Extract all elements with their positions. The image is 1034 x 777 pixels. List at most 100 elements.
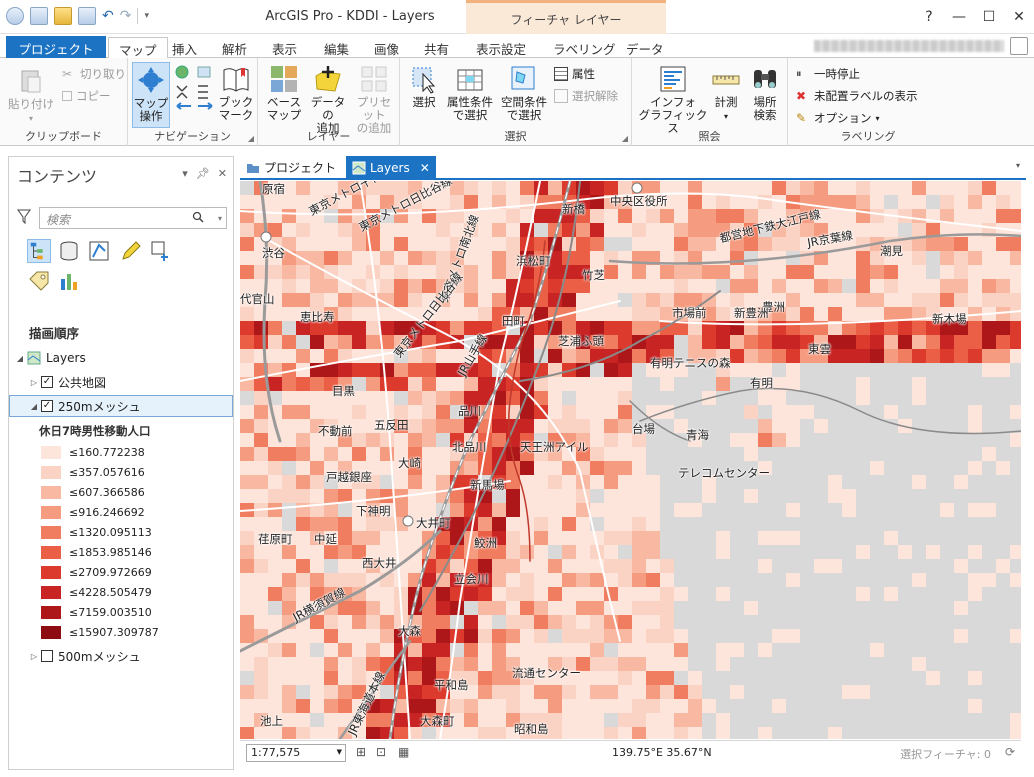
tab-analysis[interactable]: 解析: [212, 37, 257, 58]
list-by-snapping-icon[interactable]: [149, 239, 173, 263]
refresh-icon[interactable]: ⟳: [1005, 745, 1015, 759]
select-label: 選択: [412, 95, 436, 109]
select-by-location-button[interactable]: 空間条件 で選択: [498, 64, 550, 122]
locate-button[interactable]: 場所 検索: [746, 64, 784, 122]
undo-icon[interactable]: ↶: [102, 8, 114, 24]
pin-icon[interactable]: 📌︎: [196, 167, 210, 180]
tab-edit[interactable]: 編集: [314, 37, 359, 58]
navigation-tools-icons[interactable]: [174, 64, 216, 110]
tree-item-layer-500m-mesh[interactable]: ▷ 500mメッシュ: [9, 645, 233, 667]
tree-label: 250mメッシュ: [58, 399, 141, 414]
legend-label: ≤607.366586: [69, 485, 145, 499]
selection-launcher-icon[interactable]: ◢: [622, 134, 628, 143]
window-title: ArcGIS Pro - KDDI - Layers: [265, 9, 435, 24]
map-label: 西大井: [362, 556, 397, 570]
labeling-options-button[interactable]: ✎ オプション ▾: [796, 110, 880, 126]
map-label: 品川: [458, 404, 481, 418]
navigation-launcher-icon[interactable]: ◢: [248, 134, 254, 143]
tab-layers-view[interactable]: Layers ✕: [346, 156, 436, 179]
copy-button[interactable]: コピー: [62, 88, 111, 104]
save-icon[interactable]: [78, 7, 96, 25]
select-by-location-icon: [511, 66, 535, 90]
tab-labeling[interactable]: ラベリング: [543, 37, 626, 58]
list-by-drawing-order-icon[interactable]: [27, 239, 51, 263]
app-icon[interactable]: [6, 7, 24, 25]
measure-button[interactable]: 計測 ▾: [708, 64, 744, 123]
legend-label: ≤160.772238: [69, 445, 145, 459]
infographics-button[interactable]: インフォ グラフィックス: [636, 64, 710, 135]
measure-label: 計測: [714, 95, 738, 109]
select-by-attribute-button[interactable]: 属性条件 で選択: [444, 64, 496, 122]
basemap-button[interactable]: ベース マップ: [264, 64, 304, 122]
list-by-selection-icon[interactable]: [87, 239, 111, 263]
tab-data[interactable]: データ: [616, 37, 674, 58]
list-by-charts-icon[interactable]: [57, 269, 81, 293]
filter-icon[interactable]: [17, 209, 31, 225]
legend-label: ≤15907.309787: [69, 625, 159, 639]
navigation-group: マップ 操作 ブック マーク ナビゲーション ◢: [128, 58, 258, 146]
title-bar: ↶ ↷ ▾ ArcGIS Pro - KDDI - Layers フィーチャ レ…: [0, 0, 1034, 34]
search-options-icon[interactable]: ▾: [218, 214, 222, 223]
scale-dropdown-icon[interactable]: ▼: [337, 748, 342, 756]
tree-item-layer-public-map[interactable]: ▷ ✓ 公共地図: [9, 371, 233, 393]
infographics-icon: [660, 66, 686, 92]
search-input[interactable]: 検索 ▾: [39, 207, 227, 229]
tab-map[interactable]: マップ: [108, 37, 168, 60]
add-data-button[interactable]: データの 追加: [306, 64, 350, 135]
bookmarks-button[interactable]: ブック マーク: [216, 64, 256, 122]
map-label: 昭和島: [514, 722, 549, 736]
expand-icon[interactable]: ▷: [29, 652, 39, 661]
pane-close-icon[interactable]: ✕: [218, 167, 227, 180]
new-project-icon[interactable]: [30, 7, 48, 25]
expand-icon[interactable]: ▷: [29, 378, 39, 387]
visibility-checkbox[interactable]: ✓: [41, 400, 53, 412]
open-project-icon[interactable]: [54, 7, 72, 25]
explore-button[interactable]: マップ 操作: [132, 62, 170, 128]
map-label: 新豊洲: [734, 306, 769, 320]
clear-selection-button[interactable]: 選択解除: [554, 88, 618, 104]
tab-project[interactable]: プロジェクト: [6, 36, 106, 58]
tab-insert[interactable]: 挿入: [162, 37, 207, 58]
tab-share[interactable]: 共有: [414, 37, 459, 58]
grid-icon[interactable]: ⊞: [356, 745, 366, 759]
search-icon[interactable]: [192, 211, 204, 223]
list-by-data-source-icon[interactable]: [57, 239, 81, 263]
snapping-icon[interactable]: ⊡: [376, 745, 386, 759]
tree-item-map[interactable]: ◢ Layers: [9, 347, 233, 369]
account-icon[interactable]: [1010, 37, 1028, 55]
select-by-attribute-icon: [457, 69, 483, 91]
pane-menu-icon[interactable]: ▾: [182, 167, 188, 180]
add-preset-button[interactable]: プリセット の追加: [352, 64, 396, 135]
collapse-icon[interactable]: ◢: [29, 402, 39, 411]
pause-labeling-button[interactable]: ⏸ 一時停止: [796, 66, 860, 82]
select-button[interactable]: 選択: [406, 64, 442, 109]
close-button[interactable]: ✕: [1004, 0, 1034, 34]
list-by-labeling-icon[interactable]: [27, 269, 51, 293]
tabs-overflow-icon[interactable]: ▾: [1016, 161, 1020, 170]
visibility-checkbox[interactable]: ✓: [41, 376, 53, 388]
tree-item-layer-250m-mesh[interactable]: ◢ ✓ 250mメッシュ: [9, 395, 233, 417]
tab-imagery[interactable]: 画像: [364, 37, 409, 58]
table-icon[interactable]: ▦: [398, 745, 409, 759]
redo-icon[interactable]: ↷: [120, 8, 132, 24]
visibility-checkbox[interactable]: [41, 650, 53, 662]
attributes-button[interactable]: 属性: [554, 66, 595, 82]
unplaced-labels-button[interactable]: ✖ 未配置ラベルの表示: [796, 88, 918, 104]
minimize-button[interactable]: —: [944, 0, 974, 34]
navigation-group-label: ナビゲーション: [154, 130, 231, 143]
cut-button[interactable]: ✂ 切り取り: [62, 66, 126, 82]
copy-label: コピー: [76, 89, 111, 103]
tab-close-icon[interactable]: ✕: [420, 161, 430, 175]
maximize-button[interactable]: ☐: [974, 0, 1004, 34]
tab-view[interactable]: 表示: [262, 37, 307, 58]
paste-button[interactable]: 貼り付け ▾: [8, 66, 54, 125]
collapse-icon[interactable]: ◢: [15, 354, 25, 363]
customize-qat-icon[interactable]: ▾: [144, 11, 149, 21]
tab-appearance[interactable]: 表示設定: [466, 37, 536, 58]
help-icon[interactable]: ?: [914, 0, 944, 34]
account-name[interactable]: [814, 40, 1004, 52]
map-view[interactable]: 原宿東京メトロ千代田線東京メトロ日比谷線新橋中央区役所都営地下鉄大江戸線JR京葉…: [240, 181, 1021, 739]
tab-project-view[interactable]: プロジェクト: [240, 156, 342, 179]
list-by-editing-icon[interactable]: [119, 239, 143, 263]
scale-selector[interactable]: 1:77,575 ▼: [246, 744, 346, 762]
